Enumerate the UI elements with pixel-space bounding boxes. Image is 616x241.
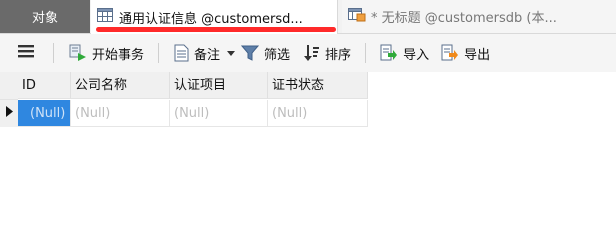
export-label: 导出 (464, 47, 491, 63)
highlight-underline (96, 27, 336, 32)
column-header-label: 认证项目 (174, 78, 227, 93)
column-header-label: 公司名称 (75, 78, 128, 93)
toolbar-divider (365, 43, 367, 63)
cell-value: (Null) (272, 106, 308, 121)
tab-objects[interactable]: 对象 (0, 0, 90, 33)
sort-button[interactable]: 排序 (304, 34, 351, 72)
sort-label: 排序 (325, 47, 352, 63)
hamburger-icon (18, 44, 34, 62)
cell-cert-status[interactable]: (Null) (268, 100, 368, 127)
caret-down-icon[interactable] (227, 46, 236, 61)
grid-corner (0, 72, 18, 100)
cell-id[interactable]: (Null) (18, 100, 71, 127)
filter-button[interactable]: 筛选 (241, 34, 290, 72)
toolbar: 开始事务 备注 筛选 排序 导入 导出 (0, 34, 616, 72)
column-header-label: 证书状态 (272, 78, 325, 93)
tab-objects-label: 对象 (31, 11, 58, 26)
column-header-cert-item[interactable]: 认证项目 (170, 72, 268, 99)
tab-bar: 对象 通用认证信息 @customersd... * 无标题 @customer… (0, 0, 616, 34)
filter-icon (241, 44, 260, 62)
column-header-company[interactable]: 公司名称 (71, 72, 170, 99)
data-grid: ID 公司名称 认证项目 证书状态 (Null) (Null) (Null) (… (0, 72, 616, 241)
column-header-cert-status[interactable]: 证书状态 (268, 72, 368, 99)
cell-value: (Null) (174, 106, 210, 121)
tab-table-label: 通用认证信息 @customersd... (119, 11, 303, 27)
menu-button[interactable] (18, 34, 34, 72)
current-row-arrow-icon (5, 106, 13, 121)
notes-icon (174, 44, 189, 62)
column-header-label: ID (22, 78, 36, 93)
begin-transaction-button[interactable]: 开始事务 (69, 34, 144, 72)
query-icon (348, 7, 366, 26)
export-icon (441, 44, 459, 62)
import-button[interactable]: 导入 (380, 34, 429, 72)
cell-company[interactable]: (Null) (71, 100, 170, 127)
cell-cert-item[interactable]: (Null) (170, 100, 268, 127)
toolbar-divider (53, 43, 54, 63)
filter-label: 筛选 (264, 47, 291, 63)
transaction-icon (69, 44, 87, 62)
column-header-id[interactable]: ID (18, 72, 71, 99)
table-icon (97, 8, 113, 26)
notes-label: 备注 (194, 47, 221, 63)
notes-button[interactable]: 备注 (174, 34, 236, 72)
row-selector[interactable] (0, 100, 18, 127)
tab-query-label: * 无标题 @customersdb (本... (371, 11, 557, 26)
import-label: 导入 (403, 47, 430, 63)
export-button[interactable]: 导出 (441, 34, 490, 72)
cell-value: (Null) (30, 106, 66, 121)
sort-icon (304, 44, 320, 62)
begin-transaction-label: 开始事务 (92, 47, 145, 63)
toolbar-divider (158, 43, 160, 63)
tab-query-untitled[interactable]: * 无标题 @customersdb (本... (342, 0, 616, 33)
import-icon (380, 44, 398, 62)
cell-value: (Null) (75, 106, 111, 121)
